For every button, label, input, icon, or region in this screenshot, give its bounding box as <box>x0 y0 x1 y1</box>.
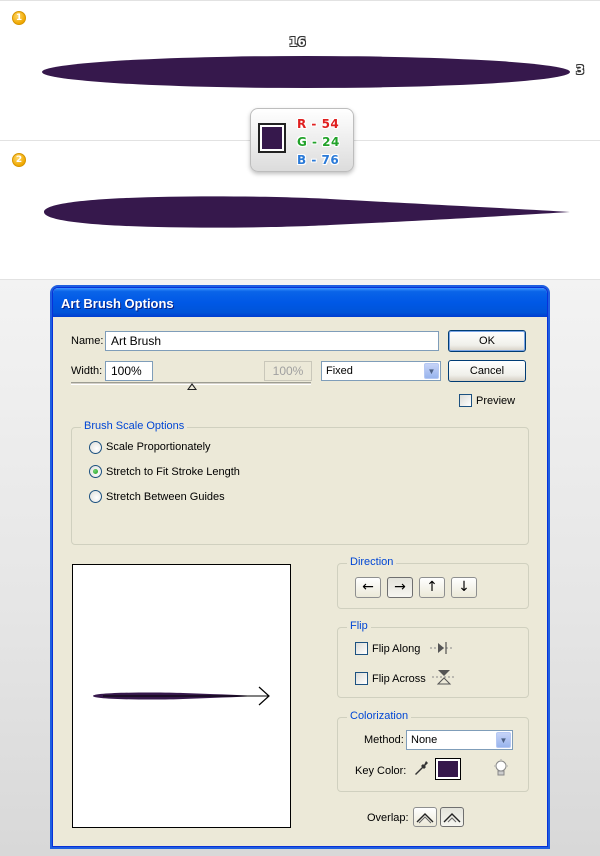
dialog-title: Art Brush Options <box>53 288 547 317</box>
overlap-adjust-corners-button[interactable] <box>413 807 437 827</box>
blue-value: B - 76 <box>297 153 340 167</box>
purple-ellipse-shape <box>42 56 570 88</box>
preview-label: Preview <box>476 395 516 407</box>
brush-preview-area <box>72 564 291 828</box>
left-arrow-icon: ← <box>362 579 374 595</box>
stretch-to-fit-label: Stretch to Fit Stroke Length <box>106 466 240 478</box>
flip-along-checkbox[interactable] <box>355 642 368 655</box>
width-label: Width: <box>71 365 103 377</box>
flip-across-checkbox[interactable] <box>355 672 368 685</box>
down-arrow-button[interactable]: ↓ <box>451 577 477 598</box>
brush-preview-svg <box>93 686 270 706</box>
up-arrow-icon: ↑ <box>426 579 438 595</box>
colorization-title: Colorization <box>347 710 412 722</box>
flip-across-icon <box>432 670 456 685</box>
right-arrow-button[interactable]: → <box>387 577 413 598</box>
stretch-to-fit-radio[interactable] <box>89 465 102 478</box>
cancel-button[interactable]: Cancel <box>448 360 526 382</box>
overlap-label: Overlap: <box>367 812 409 824</box>
scale-proportionately-radio[interactable] <box>89 441 102 454</box>
color-swatch <box>258 123 286 153</box>
key-color-label: Key Color: <box>355 765 407 777</box>
up-arrow-button[interactable]: ↑ <box>419 577 445 598</box>
colorization-method-select[interactable]: None ▼ <box>406 730 513 750</box>
key-color-swatch[interactable] <box>435 758 461 780</box>
green-value: G - 24 <box>297 135 340 149</box>
name-label: Name: <box>71 335 104 347</box>
left-arrow-button[interactable]: ← <box>355 577 381 598</box>
stretch-between-guides-label: Stretch Between Guides <box>106 491 225 503</box>
art-brush-options-dialog: Art Brush Options Name: Art Brush OK Wid… <box>52 287 548 847</box>
colorization-group: Colorization Method: None ▼ Key Color: <box>337 710 529 792</box>
ok-button[interactable]: OK <box>448 330 526 352</box>
method-value: None <box>411 734 438 746</box>
height-dimension-label: 3 <box>576 63 585 77</box>
tips-lightbulb-icon[interactable] <box>493 759 509 779</box>
stretch-between-guides-radio[interactable] <box>89 490 102 503</box>
chevron-down-icon[interactable]: ▼ <box>496 732 511 748</box>
width-dimension-label: 16 <box>289 35 306 49</box>
width-slider-thumb[interactable] <box>187 383 197 390</box>
brush-scale-options-title: Brush Scale Options <box>81 420 188 432</box>
flip-across-label: Flip Across <box>372 673 426 685</box>
flip-group: Flip Flip Along Flip Across <box>337 620 529 698</box>
direction-group: Direction ← → ↑ ↓ <box>337 556 529 609</box>
name-input[interactable]: Art Brush <box>105 331 439 351</box>
flip-along-label: Flip Along <box>372 643 421 655</box>
down-arrow-icon: ↓ <box>458 579 470 595</box>
brush-scale-options-group: Brush Scale Options Scale Proportionatel… <box>71 420 529 545</box>
method-label: Method: <box>364 734 404 746</box>
width-max-input: 100% <box>264 361 312 381</box>
overlap-no-corner-icon <box>443 813 461 823</box>
direction-title: Direction <box>347 556 397 568</box>
preview-checkbox[interactable] <box>459 394 472 407</box>
red-value: R - 54 <box>297 117 340 131</box>
purple-pointed-brush-shape <box>44 196 570 228</box>
width-mode-value: Fixed <box>326 365 353 377</box>
right-arrow-icon: → <box>394 579 406 595</box>
width-mode-select[interactable]: Fixed ▼ <box>321 361 441 381</box>
eyedropper-icon[interactable] <box>414 759 430 779</box>
overlap-corner-icon <box>416 813 434 824</box>
flip-along-icon <box>430 642 454 654</box>
chevron-down-icon[interactable]: ▼ <box>424 363 439 379</box>
flip-title: Flip <box>347 620 371 632</box>
color-swatch-callout: R - 54 G - 24 B - 76 <box>250 108 354 172</box>
overlap-no-adjust-button[interactable] <box>440 807 464 827</box>
width-input[interactable]: 100% <box>105 361 153 381</box>
scale-proportionately-label: Scale Proportionately <box>106 441 211 453</box>
